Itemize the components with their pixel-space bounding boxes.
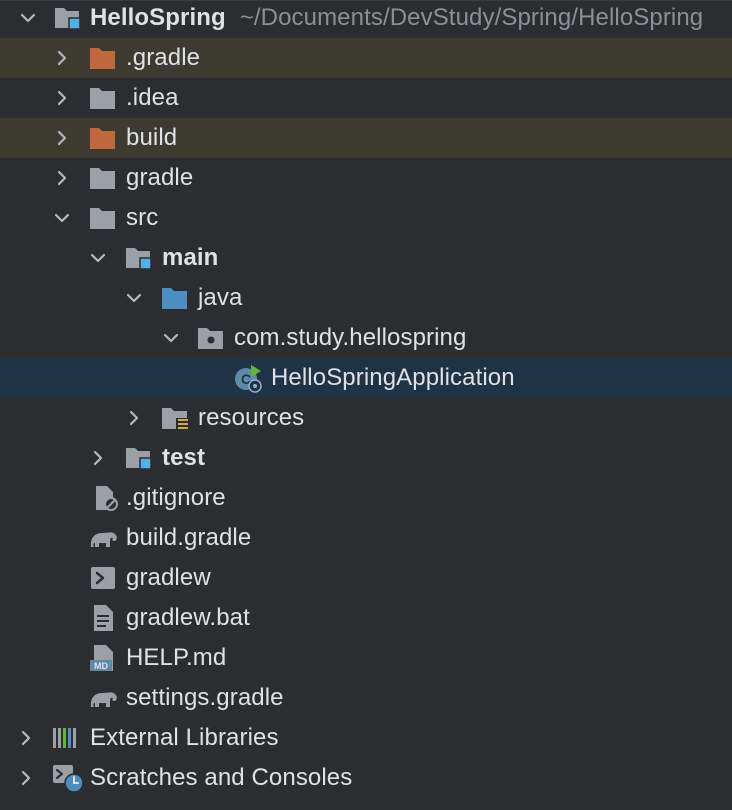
tree-row-gradlew[interactable]: gradlew [0, 558, 732, 598]
tree-row-build-gradle[interactable]: build.gradle [0, 518, 732, 558]
text-file-icon [94, 605, 113, 631]
project-path: ~/Documents/DevStudy/Spring/HelloSpring [239, 4, 704, 31]
tree-row-gradlew-bat[interactable]: gradlew.bat [0, 598, 732, 638]
item-label: test [162, 444, 206, 471]
item-label: HELP.md [126, 644, 227, 671]
chevron-right-icon[interactable] [52, 48, 72, 68]
tree-row-gradle-dir[interactable]: .gradle [0, 38, 732, 78]
item-label: External Libraries [90, 724, 279, 751]
item-label: src [126, 204, 159, 231]
gradle-elephant-icon [90, 692, 117, 707]
tree-row-idea-dir[interactable]: .idea [0, 78, 732, 118]
scratches-icon [53, 765, 84, 793]
tree-row-gradle-folder[interactable]: gradle [0, 158, 732, 198]
item-label: java [198, 284, 243, 311]
tree-row-gitignore[interactable]: .gitignore [0, 478, 732, 518]
libraries-icon [53, 728, 76, 748]
folder-icon [90, 168, 115, 189]
project-tree: HelloSpring ~/Documents/DevStudy/Spring/H… [0, 0, 732, 810]
chevron-right-icon[interactable] [52, 168, 72, 188]
chevron-right-icon[interactable] [52, 128, 72, 148]
tree-row-project-root[interactable]: HelloSpring ~/Documents/DevStudy/Spring/H… [0, 0, 732, 38]
module-folder-icon [55, 8, 81, 30]
shell-script-icon [91, 567, 115, 589]
item-label: gradlew [126, 564, 211, 591]
tree-row-app-class[interactable]: C HelloSpringApplication [0, 358, 732, 398]
tree-row-resources[interactable]: resources [0, 398, 732, 438]
chevron-down-icon[interactable] [18, 8, 38, 28]
chevron-down-icon[interactable] [161, 328, 181, 348]
tree-row-test[interactable]: test [0, 438, 732, 478]
package-icon [198, 328, 223, 349]
chevron-right-icon[interactable] [88, 448, 108, 468]
chevron-down-icon[interactable] [52, 208, 72, 228]
chevron-right-icon[interactable] [52, 88, 72, 108]
item-label: resources [198, 404, 305, 431]
chevron-right-icon[interactable] [16, 768, 36, 788]
gitignore-file-icon [96, 486, 118, 511]
item-label: build.gradle [126, 524, 252, 551]
tree-row-main[interactable]: main [0, 238, 732, 278]
folder-icon [90, 88, 115, 109]
folder-icon [90, 208, 115, 229]
item-label: Scratches and Consoles [90, 764, 353, 791]
item-label: build [126, 124, 178, 151]
item-label: .gradle [126, 44, 201, 71]
tree-row-external-libraries[interactable]: External Libraries [0, 718, 732, 758]
excluded-folder-icon [90, 128, 115, 149]
chevron-down-icon[interactable] [124, 288, 144, 308]
chevron-right-icon[interactable] [16, 728, 36, 748]
tree-row-build-dir[interactable]: build [0, 118, 732, 158]
chevron-right-icon[interactable] [124, 408, 144, 428]
tree-row-src[interactable]: src [0, 198, 732, 238]
project-name: HelloSpring ~/Documents/DevStudy/Spring/H… [90, 0, 703, 38]
svg-text:MD: MD [94, 661, 108, 671]
item-label: settings.gradle [126, 684, 284, 711]
gradle-elephant-icon [90, 532, 117, 547]
tree-row-settings-gradle[interactable]: settings.gradle [0, 678, 732, 718]
item-label: main [162, 244, 219, 271]
spring-boot-class-icon: C [235, 365, 262, 393]
tree-row-java[interactable]: java [0, 278, 732, 318]
tree-row-help-md[interactable]: MD HELP.md [0, 638, 732, 678]
project-name-text: HelloSpring [90, 4, 226, 31]
module-folder-icon [126, 248, 152, 270]
tree-row-scratches[interactable]: Scratches and Consoles [0, 758, 732, 798]
item-label: gradle [126, 164, 194, 191]
resources-folder-icon [162, 408, 188, 431]
module-folder-icon [126, 448, 152, 470]
tree-row-package[interactable]: com.study.hellospring [0, 318, 732, 358]
item-label: gradlew.bat [126, 604, 250, 631]
chevron-down-icon[interactable] [88, 248, 108, 268]
item-label: .gitignore [126, 484, 226, 511]
item-label: HelloSpringApplication [271, 364, 515, 391]
markdown-file-icon: MD [90, 645, 113, 671]
excluded-folder-icon [90, 48, 115, 69]
source-folder-icon [162, 288, 187, 309]
item-label: com.study.hellospring [234, 324, 467, 351]
item-label: .idea [126, 84, 179, 111]
